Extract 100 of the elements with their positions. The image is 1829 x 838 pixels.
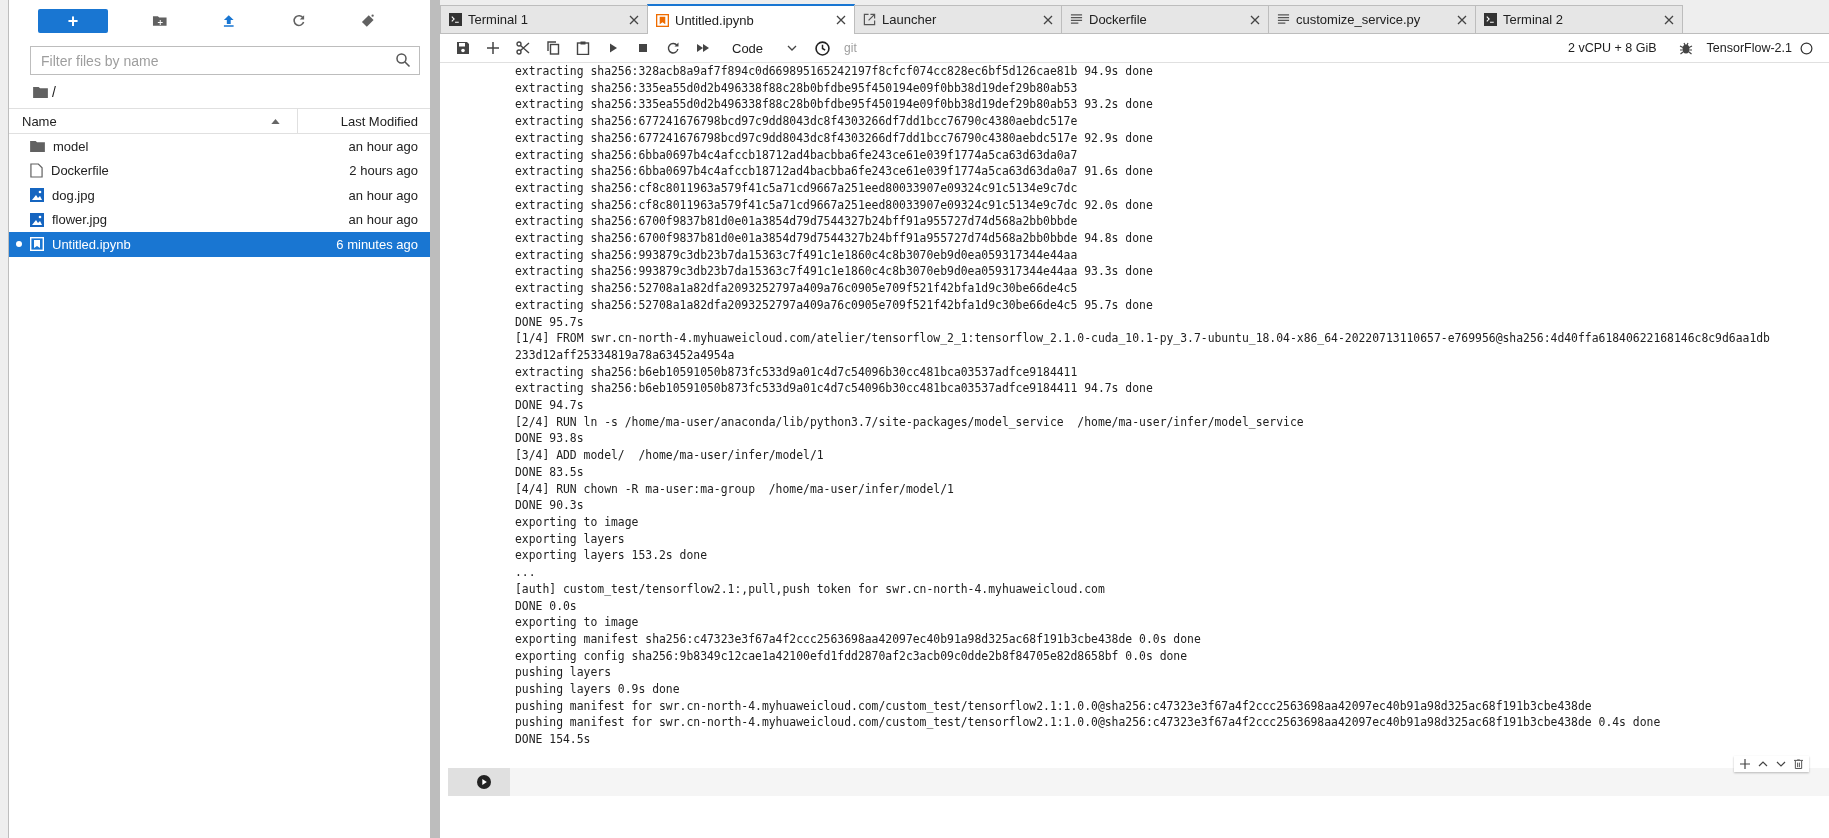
kernel-name[interactable]: TensorFlow-2.1 <box>1706 41 1792 55</box>
resource-label: 2 vCPU + 8 GiB <box>1567 41 1657 55</box>
output-line: extracting sha256:b6eb10591050b873fc533d9a01c4d7c54096b30cc481bca03537adfce9184411 94.7s done <box>515 380 1154 398</box>
close-icon[interactable] <box>1664 14 1674 25</box>
tab[interactable]: Terminal 2 <box>1475 5 1683 33</box>
close-icon[interactable] <box>629 14 639 25</box>
output-line: extracting sha256:6bba0697b4c4afccb18712ad4bacbba6fe243ce61e039f1774a5ca63d63da0a7 91.6s done <box>515 163 1154 180</box>
output-line: exporting to image <box>515 614 640 631</box>
text-file-icon <box>1070 13 1083 26</box>
column-header[interactable]: Name <box>9 109 298 133</box>
modified-time: 2 hours ago <box>349 163 419 179</box>
tab[interactable]: Launcher <box>854 5 1062 33</box>
chevron-down-icon[interactable] <box>1776 760 1786 767</box>
file-name: flower.jpg <box>52 212 108 228</box>
output-line: pushing manifest for swr.cn-north-4.myhuaweicloud.com/custom_test/tensorflow2.1:1.0.0@sha256:c47323e3f67a4f2ccc2563698aa42097ec40b91a98d325ac68f191b3cbe438de <box>515 697 1593 715</box>
search-icon <box>395 52 411 68</box>
notebook-icon <box>656 13 669 27</box>
output-line: DONE 94.7s <box>515 397 585 414</box>
close-icon[interactable] <box>1457 14 1467 25</box>
file-row[interactable]: Untitled.ipynb 6 minutes ago <box>9 232 430 257</box>
copy-icon[interactable] <box>546 41 560 55</box>
run-cell-icon[interactable] <box>477 774 491 789</box>
modified-time: an hour ago <box>348 187 419 203</box>
text-file-icon <box>1277 13 1290 26</box>
close-icon[interactable] <box>1043 14 1053 25</box>
folder-icon[interactable] <box>33 85 48 98</box>
output-line: DONE 83.5s <box>515 463 585 481</box>
modified-time: an hour ago <box>348 212 419 228</box>
notebook-icon <box>30 237 44 252</box>
output-line: pushing layers <box>515 664 612 681</box>
plus-icon[interactable] <box>486 41 500 55</box>
output-line: pushing manifest for swr.cn-north-4.myhuaweicloud.com/custom_test/tensorflow2.1:1.0.0@sha256:c47323e3f67a4f2ccc2563698aa42097ec40b91a98d325ac68f191b3cbe438de 0.4s done <box>515 714 1662 732</box>
output-line: ... <box>515 564 537 581</box>
file-row[interactable]: dog.jpg an hour ago <box>9 183 430 208</box>
output-line: extracting sha256:6700f9837b81d0e01a3854d79d7544327b24bff91a955727d74d568a2bb0bbde 94.8s done <box>515 230 1154 247</box>
trash-icon[interactable] <box>1794 758 1803 769</box>
code-cell[interactable] <box>448 767 1829 796</box>
close-icon[interactable] <box>1250 14 1260 25</box>
output-line: extracting sha256:6700f9837b81d0e01a3854d79d7544327b24bff91a955727d74d568a2bb0bbde <box>515 213 1079 231</box>
git-icon[interactable] <box>360 13 376 29</box>
chevron-up-icon[interactable] <box>1758 760 1768 767</box>
file-row[interactable]: flower.jpg an hour ago <box>9 207 430 232</box>
output-line: DONE 154.5s <box>515 731 592 748</box>
output-line: [4/4] RUN chown -R ma-user:ma-group /home/ma-user/infer/model/1 <box>515 480 955 498</box>
image-icon <box>30 212 44 227</box>
new-folder-icon[interactable] <box>151 13 168 29</box>
clock-icon[interactable] <box>815 40 831 56</box>
output-line: exporting to image <box>515 514 640 531</box>
tab[interactable]: customize_service.py <box>1268 5 1476 33</box>
file-name: dog.jpg <box>52 187 96 203</box>
terminal-icon <box>449 13 462 26</box>
save-icon[interactable] <box>456 41 470 55</box>
plus-icon[interactable] <box>1740 758 1750 769</box>
output-line: exporting config sha256:9b8349c12cae1a42100efd1fdd2870af2c3acb09c0dde2b8f84705e82d8658bf 0.0s done <box>515 647 1189 665</box>
upload-icon[interactable] <box>221 13 237 29</box>
output-line: extracting sha256:52708a1a82dfa2093252797a409a76c0905e709f521f42bfa1d9c30be66de4c5 95.7s done <box>515 296 1154 314</box>
new-launcher-button[interactable]: + <box>38 9 108 33</box>
file-row[interactable]: model an hour ago <box>9 134 430 159</box>
output-line: DONE 0.0s <box>515 597 578 615</box>
modified-time: 6 minutes ago <box>336 236 419 252</box>
output-line: extracting sha256:cf8c8011963a579f41c5a71cd9667a251eed80033907e09324c91c5134e9c7dc 92.0s done <box>515 196 1154 214</box>
close-icon[interactable] <box>836 15 846 25</box>
output-line: extracting sha256:328acb8a9af7f894c0d669895165242197f8cfcf074cc828ec6bf5d126cae81b 94.9s done <box>515 63 1154 80</box>
output-line: extracting sha256:677241676798bcd97c9dd8043dc8f4303266df7dd1bcc76790c4380aebdc517e 92.9s done <box>515 129 1154 147</box>
output-line: pushing layers 0.9s done <box>515 681 681 698</box>
output-line: extracting sha256:b6eb10591050b873fc533d9a01c4d7c54096b30cc481bca03537adfce9184411 <box>515 363 1079 381</box>
output-line: exporting layers <box>515 530 626 548</box>
output-line: DONE 95.7s <box>515 313 585 331</box>
modified-time: an hour ago <box>348 138 419 154</box>
clipboard-icon[interactable] <box>576 41 590 55</box>
file-row[interactable]: Dockerfile 2 hours ago <box>9 158 430 183</box>
scissors-icon[interactable] <box>516 41 530 55</box>
bug-icon[interactable] <box>1678 41 1693 55</box>
cell-type-dropdown[interactable]: Code <box>732 40 798 56</box>
output-line: extracting sha256:677241676798bcd97c9dd8043dc8f4303266df7dd1bcc76790c4380aebdc517e <box>515 113 1079 130</box>
output-line: extracting sha256:335ea55d0d2b496338f88c28b0bfdbe95f450194e09f0bb38d19def29b80ab53 93.2s done <box>515 96 1154 114</box>
output-line: extracting sha256:993879c3db23b7da15363c7f491c1e1860c4c8b3070eb9d0ea059317344e44aa 93.3s done <box>515 263 1154 281</box>
output-line: extracting sha256:335ea55d0d2b496338f88c28b0bfdbe95f450194e09f0bb38d19def29b80ab53 <box>515 79 1079 97</box>
output-line: extracting sha256:6bba0697b4c4afccb18712ad4bacbba6fe243ce61e039f1774a5ca63d63da0a7 <box>515 146 1079 164</box>
output-line: [1/4] FROM swr.cn-north-4.myhuaweicloud.com/atelier/tensorflow_2_1:tensorflow_2.1.0-cuda_10.1-py_3.7-ubuntu_18.04-x86_64-20220713110657-e769956@sha256:4d40ffa61840622168146c8c9d6aa1db <box>515 330 1771 347</box>
stop-icon[interactable] <box>636 41 650 55</box>
fast-forward-icon[interactable] <box>696 41 710 55</box>
refresh-icon[interactable] <box>290 13 307 29</box>
output-line: 233d12aff25334819a78a63452a4954a <box>515 346 736 364</box>
output-line: [2/4] RUN ln -s /home/ma-user/anaconda/lib/python3.7/site-packages/model_service /home/ma-user/infer/model_service <box>515 413 1305 431</box>
sort-caret-icon <box>271 118 280 124</box>
tab[interactable]: Dockerfile <box>1061 5 1269 33</box>
breadcrumb[interactable]: / <box>52 83 56 100</box>
file-name: Untitled.ipynb <box>52 236 132 252</box>
file-name: Dockerfile <box>51 163 110 179</box>
filter-field[interactable]: Filter files by name <box>30 46 420 75</box>
chevron-down-icon <box>787 45 798 51</box>
file-icon <box>30 163 43 179</box>
output-line: extracting sha256:52708a1a82dfa2093252797a409a76c0905e709f521f42bfa1d9c30be66de4c5 <box>515 280 1079 297</box>
restart-icon[interactable] <box>666 41 680 55</box>
tab[interactable]: Untitled.ipynb <box>647 4 855 34</box>
tab[interactable]: Terminal 1 <box>440 5 648 33</box>
output-line: exporting layers 153.2s done <box>515 547 709 565</box>
column-header[interactable]: Last Modified <box>298 109 430 133</box>
output-line: extracting sha256:993879c3db23b7da15363c7f491c1e1860c4c8b3070eb9d0ea059317344e44aa <box>515 246 1079 264</box>
